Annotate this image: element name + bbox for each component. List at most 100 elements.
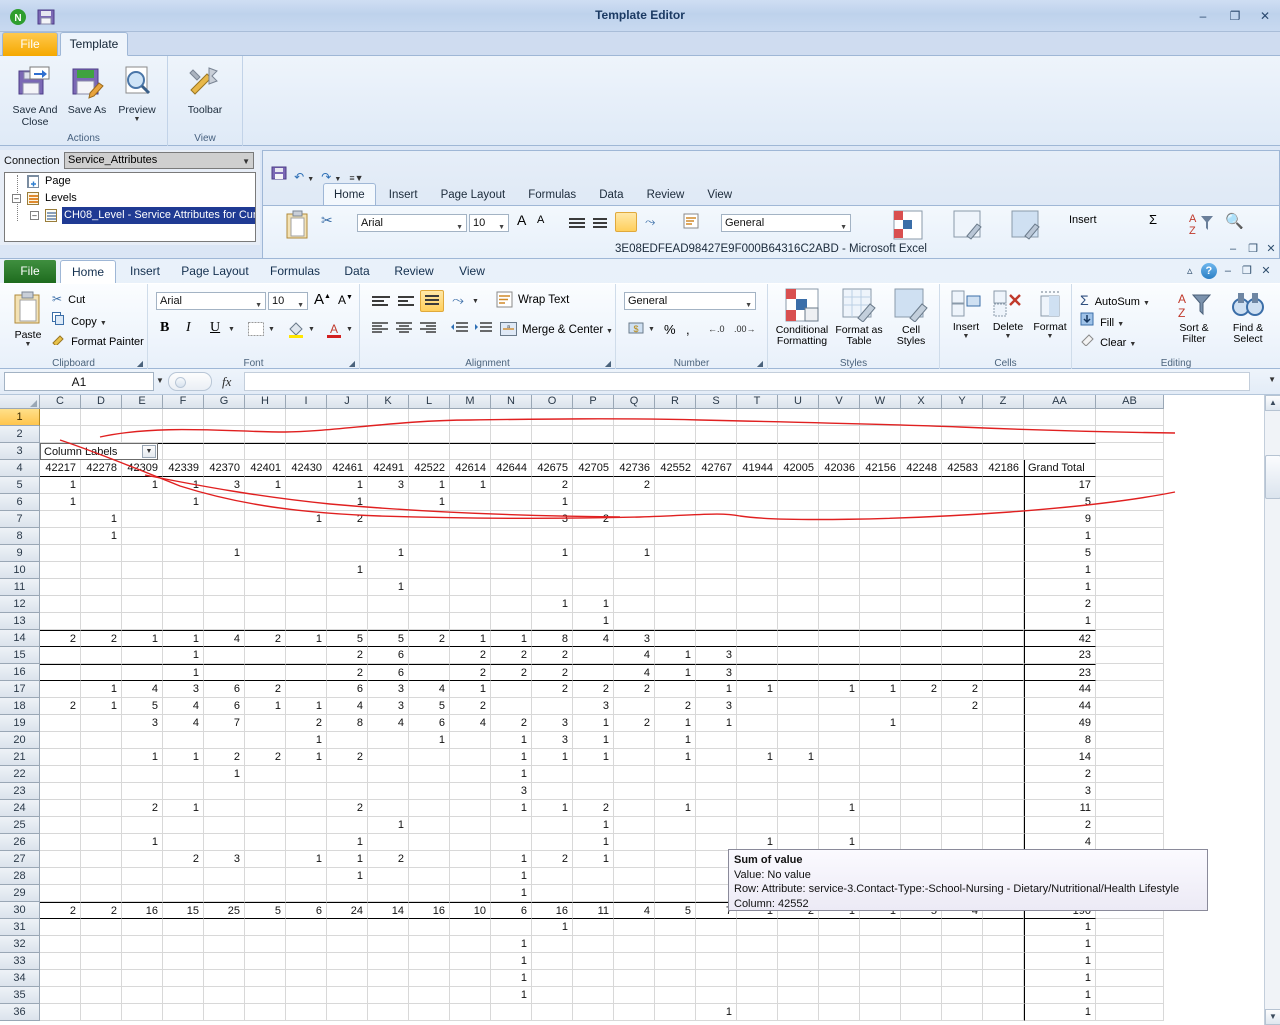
data-cell[interactable]: 16 [532,902,573,919]
cell[interactable] [737,409,778,426]
cell[interactable] [1096,409,1164,426]
data-cell[interactable] [409,545,450,562]
data-cell[interactable] [450,919,491,936]
data-cell[interactable] [532,834,573,851]
data-cell[interactable]: 3 [122,715,163,732]
data-cell[interactable] [286,953,327,970]
data-cell[interactable]: 3 [491,783,532,800]
data-cell[interactable]: 8 [327,715,368,732]
data-cell[interactable] [81,664,122,681]
data-cell[interactable] [983,919,1024,936]
data-cell[interactable]: 1 [655,647,696,664]
data-cell[interactable]: 1 [696,681,737,698]
row-header-27[interactable]: 27 [0,851,40,868]
data-cell[interactable] [655,596,696,613]
data-cell[interactable] [163,545,204,562]
data-cell[interactable] [860,817,901,834]
data-cell[interactable] [573,562,614,579]
cell[interactable] [1024,426,1096,443]
background-excel-quick-access-toolbar[interactable]: ↶ ▼ ↷ ▼ ≡▼ [271,165,363,185]
format-cells-button[interactable]: Format ▼ [1030,290,1070,340]
data-cell[interactable] [327,579,368,596]
data-cell[interactable] [327,613,368,630]
data-cell[interactable] [819,919,860,936]
data-cell[interactable] [655,613,696,630]
data-cell[interactable] [81,953,122,970]
data-cell[interactable] [327,885,368,902]
data-cell[interactable] [245,596,286,613]
data-cell[interactable] [901,919,942,936]
data-cell[interactable] [122,647,163,664]
bg-tab-formulas[interactable]: Formulas [518,184,586,206]
data-cell[interactable] [696,936,737,953]
data-cell[interactable] [901,766,942,783]
cell[interactable] [163,409,204,426]
data-cell[interactable]: 4 [368,715,409,732]
data-cell[interactable] [860,698,901,715]
data-cell[interactable] [655,681,696,698]
data-cell[interactable] [368,596,409,613]
chevron-down-icon[interactable]: ▼ [1030,333,1070,340]
data-cell[interactable]: 2 [573,681,614,698]
data-cell[interactable] [901,630,942,647]
data-cell[interactable]: 6 [368,647,409,664]
data-cell[interactable] [532,885,573,902]
grand-total-cell[interactable]: 9 [1024,511,1096,528]
data-cell[interactable]: 3 [573,698,614,715]
data-cell[interactable] [204,732,245,749]
data-cell[interactable]: 1 [491,749,532,766]
data-cell[interactable] [860,732,901,749]
data-cell[interactable] [819,732,860,749]
data-cell[interactable] [122,783,163,800]
column-header-AA[interactable]: AA [1024,395,1096,409]
grand-total-cell[interactable]: 23 [1024,664,1096,681]
data-cell[interactable] [245,885,286,902]
data-cell[interactable] [450,800,491,817]
te-close-button[interactable]: ✕ [1254,8,1276,24]
row-header-25[interactable]: 25 [0,817,40,834]
data-cell[interactable] [614,851,655,868]
delete-cells-button[interactable]: Delete ▼ [988,290,1028,340]
cell[interactable] [40,426,81,443]
cell[interactable] [983,409,1024,426]
data-cell[interactable]: 1 [81,528,122,545]
data-cell[interactable] [81,613,122,630]
data-cell[interactable] [409,511,450,528]
data-cell[interactable] [778,970,819,987]
data-cell[interactable] [286,613,327,630]
data-cell[interactable] [778,987,819,1004]
data-cell[interactable] [81,579,122,596]
data-cell[interactable] [491,817,532,834]
data-cell[interactable] [614,936,655,953]
data-cell[interactable] [245,528,286,545]
bg-wrap-text-icon[interactable] [683,213,699,232]
tree-collapse-icon-2[interactable]: – [30,211,39,220]
data-cell[interactable] [122,664,163,681]
data-cell[interactable] [81,936,122,953]
grand-total-cell[interactable]: 5 [1024,494,1096,511]
data-cell[interactable] [614,868,655,885]
data-cell[interactable] [819,1004,860,1021]
decrease-indent-button[interactable] [450,322,468,337]
data-cell[interactable]: 2 [614,477,655,494]
data-cell[interactable] [286,579,327,596]
cell[interactable] [204,443,245,460]
grand-total-cell[interactable]: 1 [1024,919,1096,936]
tab-home[interactable]: Home [60,260,116,283]
data-cell[interactable] [614,613,655,630]
grand-total-cell[interactable]: 11 [1024,800,1096,817]
data-cell[interactable] [573,528,614,545]
data-cell[interactable] [819,630,860,647]
data-cell[interactable] [532,579,573,596]
data-cell[interactable] [491,545,532,562]
data-cell[interactable]: 1 [573,596,614,613]
grand-total-cell[interactable]: 1 [1024,953,1096,970]
data-cell[interactable] [573,885,614,902]
date-column-header[interactable]: 42736 [614,460,655,477]
qat-customize-icon[interactable]: ≡▼ [349,173,363,183]
cell[interactable] [1096,647,1164,664]
grand-total-cell[interactable]: 8 [1024,732,1096,749]
data-cell[interactable] [778,630,819,647]
data-cell[interactable] [491,562,532,579]
data-cell[interactable] [778,681,819,698]
